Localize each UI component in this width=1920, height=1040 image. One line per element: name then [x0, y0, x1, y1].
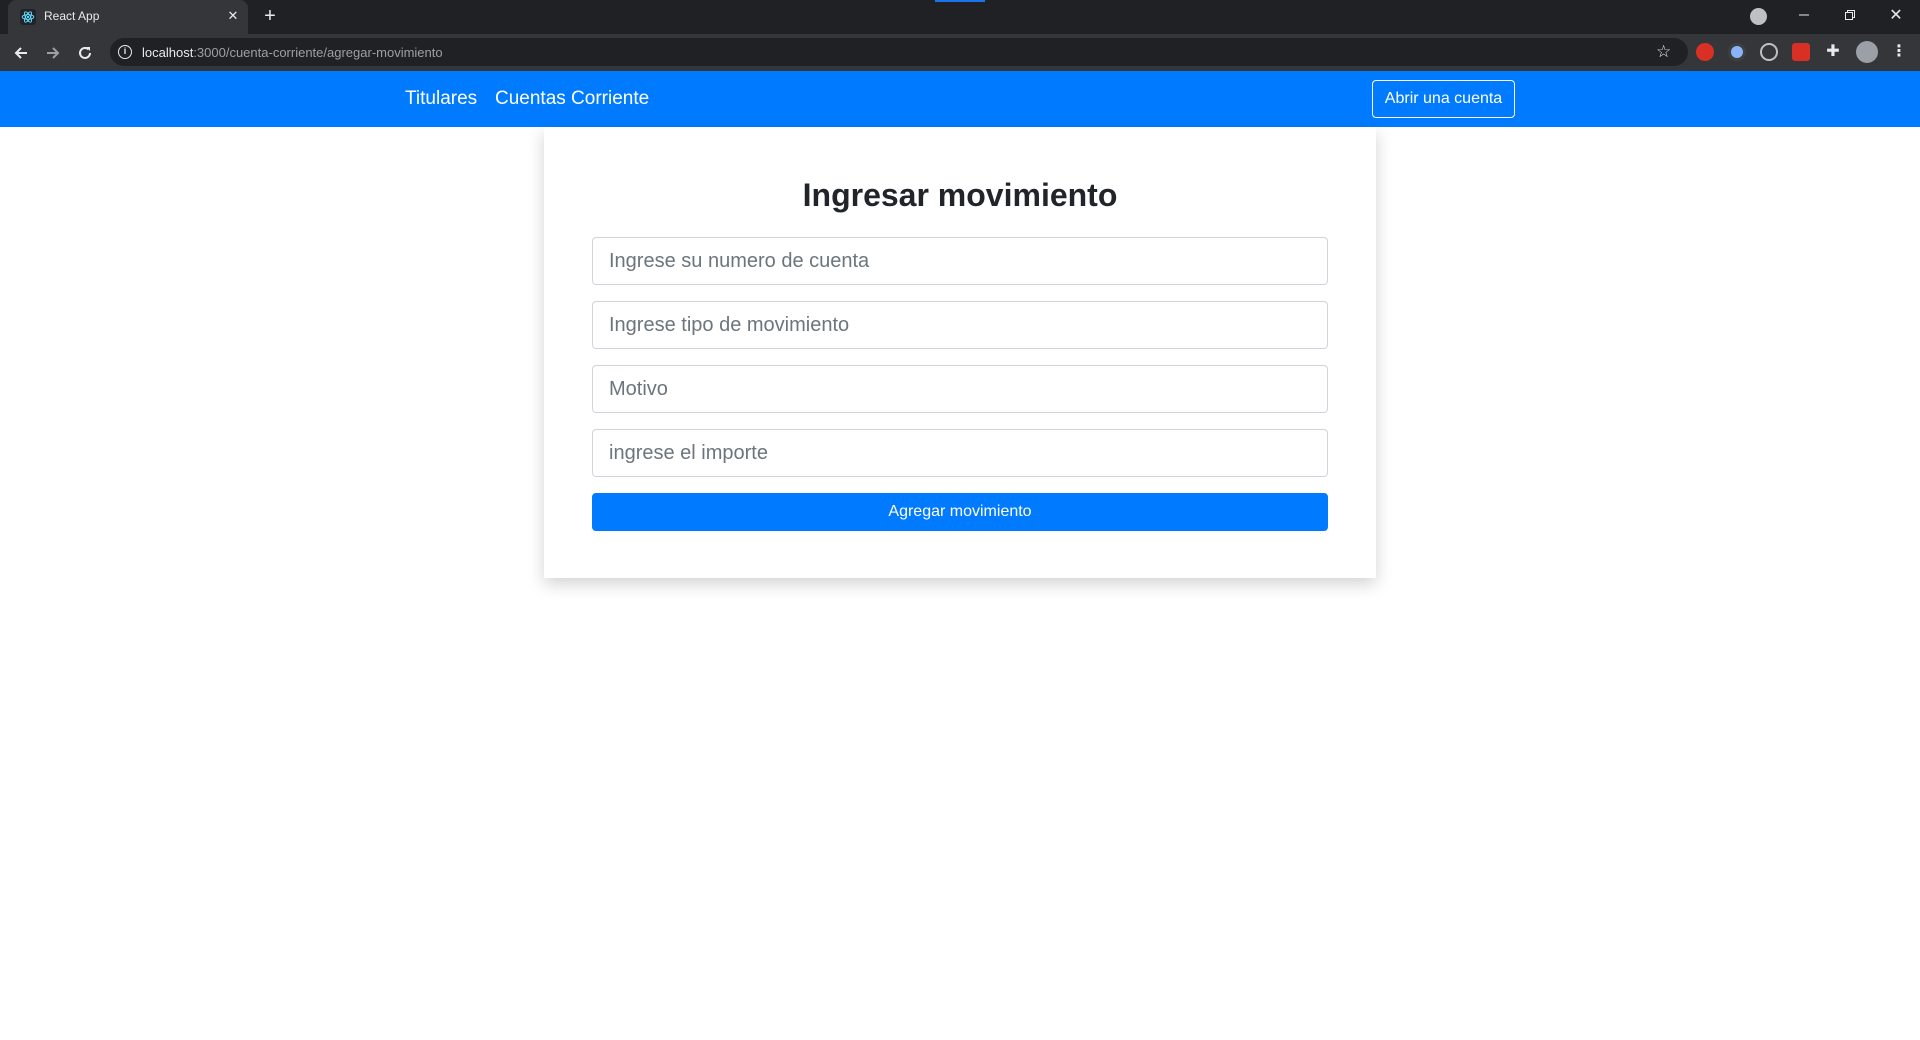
minimize-icon[interactable] — [1781, 0, 1827, 30]
open-account-button[interactable]: Abrir una cuenta — [1372, 80, 1515, 118]
account-number-input[interactable] — [592, 237, 1328, 285]
browser-tabstrip: React App ✕ + ✕ — [0, 0, 1920, 34]
browser-toolbar: i localhost:3000/cuenta-corriente/agrega… — [0, 34, 1920, 71]
more-menu-icon[interactable]: ⋮ — [1890, 43, 1908, 61]
extension-3-icon[interactable] — [1760, 43, 1778, 61]
extension-2-icon[interactable] — [1728, 43, 1746, 61]
app-navbar: Titulares Cuentas Corriente Abrir una cu… — [0, 71, 1920, 127]
site-info-icon[interactable]: i — [118, 45, 132, 59]
url-text: localhost:3000/cuenta-corriente/agregar-… — [142, 45, 443, 60]
forward-arrow-icon[interactable] — [41, 41, 65, 65]
form-title: Ingresar movimiento — [802, 177, 1118, 213]
reason-input[interactable] — [592, 365, 1328, 413]
browser-tab[interactable]: React App ✕ — [8, 0, 248, 34]
restore-icon[interactable] — [1827, 0, 1873, 30]
new-tab-icon[interactable]: + — [258, 6, 282, 28]
add-movement-button[interactable]: Agregar movimiento — [592, 493, 1328, 531]
nav-link-titulares[interactable]: Titulares — [405, 88, 477, 110]
tab-search-icon[interactable] — [1750, 8, 1767, 25]
back-arrow-icon[interactable] — [9, 41, 33, 65]
profile-avatar-icon[interactable] — [1856, 41, 1878, 63]
extension-4-icon[interactable] — [1792, 43, 1810, 61]
address-bar[interactable]: i localhost:3000/cuenta-corriente/agrega… — [110, 38, 1688, 66]
movement-type-input[interactable] — [592, 301, 1328, 349]
tab-drag-indicator — [935, 0, 985, 2]
react-favicon-icon — [20, 9, 36, 25]
reload-icon[interactable] — [73, 41, 97, 65]
bookmark-star-icon[interactable]: ☆ — [1656, 42, 1671, 62]
amount-input[interactable] — [592, 429, 1328, 477]
window-close-icon[interactable]: ✕ — [1873, 0, 1919, 30]
tab-close-icon[interactable]: ✕ — [224, 7, 242, 25]
movement-form-card: Ingresar movimiento Agregar movimiento — [544, 127, 1376, 578]
nav-link-cuentas-corriente[interactable]: Cuentas Corriente — [495, 88, 649, 110]
extension-1-icon[interactable] — [1696, 43, 1714, 61]
tab-title: React App — [44, 9, 100, 23]
extensions-puzzle-icon[interactable]: ✚ — [1824, 43, 1842, 61]
